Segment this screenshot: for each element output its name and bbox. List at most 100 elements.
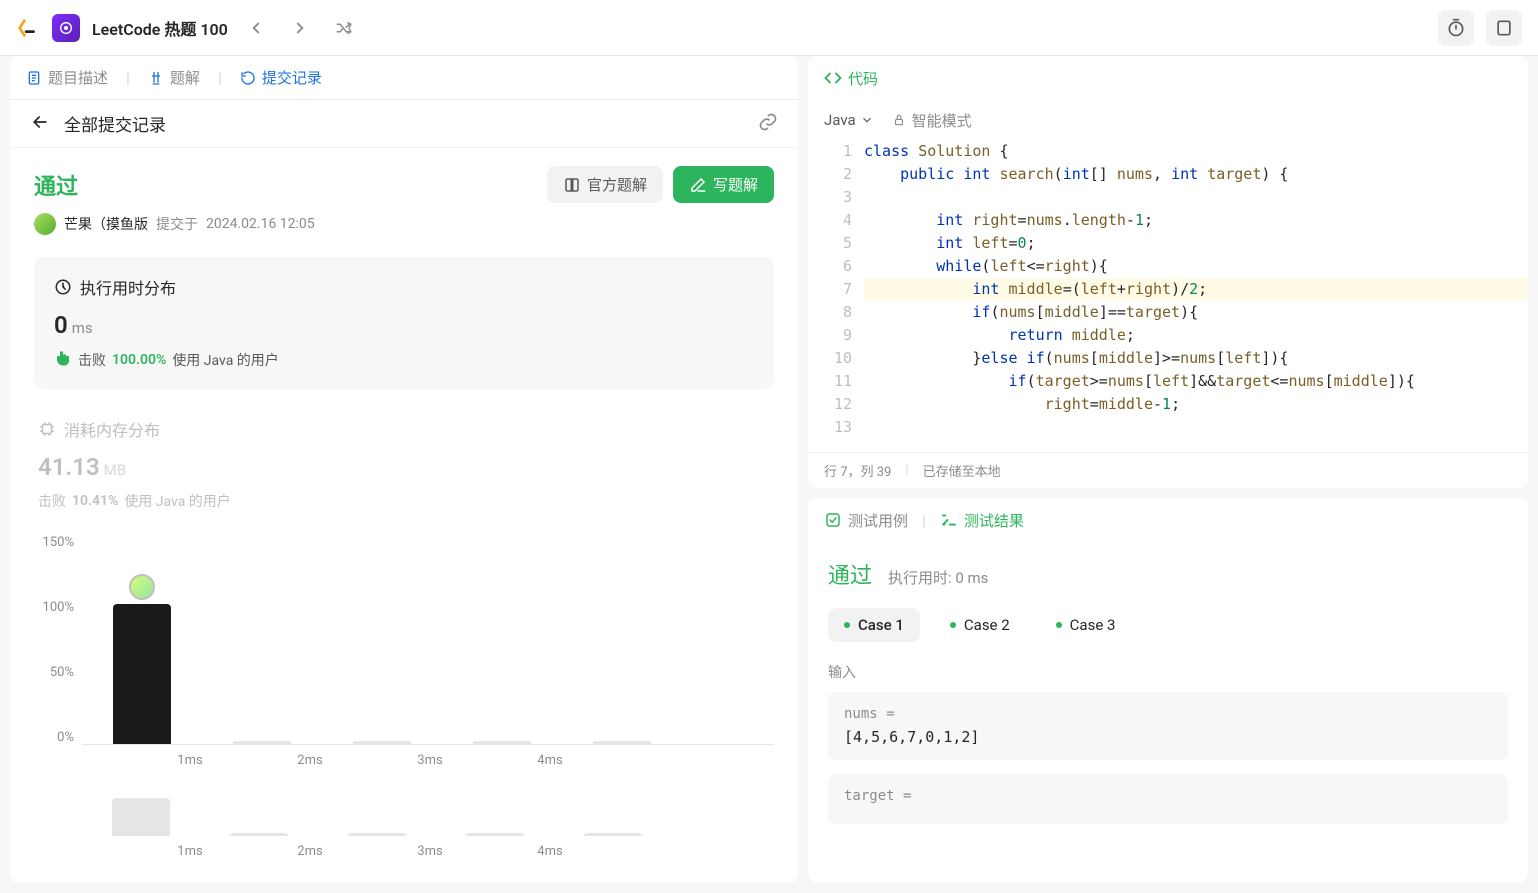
case-label: Case 3 <box>1070 616 1116 634</box>
tab-solutions[interactable]: 题解 <box>148 67 200 88</box>
language-label: Java <box>824 111 856 129</box>
input-target-box[interactable]: target = <box>828 774 1508 824</box>
beat-label: 击败 <box>78 350 106 370</box>
test-status: 通过 <box>828 558 872 590</box>
bar-2ms[interactable] <box>352 741 412 744</box>
language-selector[interactable]: Java <box>824 111 874 129</box>
runtime-chart: 150% 100% 50% 0% <box>34 535 774 859</box>
official-solution-button[interactable]: 官方题解 <box>547 166 663 203</box>
leetcode-logo[interactable] <box>16 16 40 40</box>
subheader-title: 全部提交记录 <box>64 111 166 136</box>
beat-pct: 10.41% <box>72 493 118 509</box>
chevron-down-icon <box>860 113 874 127</box>
tab-label: 题目描述 <box>48 67 108 88</box>
submitted-prefix: 提交于 <box>156 214 198 234</box>
submission-status: 通过 <box>34 169 78 201</box>
clap-icon <box>54 349 72 371</box>
beat-suffix: 使用 Java 的用户 <box>124 491 230 511</box>
timer-button[interactable] <box>1438 10 1474 46</box>
x-tick: 2ms <box>280 844 340 859</box>
bar-3ms[interactable] <box>472 741 532 744</box>
list-icon[interactable] <box>52 14 80 42</box>
y-tick: 150% <box>34 535 74 550</box>
secondary-bar <box>230 833 288 836</box>
input-key: target = <box>844 788 1492 804</box>
memory-value: 41.13 <box>38 453 100 481</box>
button-label: 写题解 <box>713 174 758 195</box>
bar-4ms[interactable] <box>592 741 652 744</box>
back-button[interactable] <box>30 112 50 136</box>
runtime-unit: ms <box>72 319 93 337</box>
input-value: [4,5,6,7,0,1,2] <box>844 728 979 746</box>
beat-pct: 100.00% <box>112 352 166 368</box>
x-tick: 3ms <box>400 844 460 859</box>
beat-label: 击败 <box>38 491 66 511</box>
list-title[interactable]: LeetCode 热题 100 <box>92 16 228 40</box>
test-panel: 测试用例 | 测试结果 通过 执行用时: 0 ms Case 1 <box>808 498 1528 883</box>
runtime-value: 0 <box>54 311 68 339</box>
cursor-position: 行 7，列 39 <box>824 461 891 480</box>
lock-icon <box>892 113 906 127</box>
x-tick: 3ms <box>400 753 460 768</box>
code-panel: 代码 Java 智能模式 12345678910111213 class So <box>808 56 1528 488</box>
code-editor[interactable]: 12345678910111213 class Solution { publi… <box>808 140 1528 452</box>
share-link-icon[interactable] <box>758 112 778 136</box>
editor-status-bar: 行 7，列 39 | 已存储至本地 <box>808 452 1528 488</box>
card-title: 消耗内存分布 <box>64 417 160 441</box>
card-title: 执行用时分布 <box>80 275 176 299</box>
tab-label: 提交记录 <box>262 67 322 88</box>
memory-unit: MB <box>104 461 126 479</box>
secondary-bar <box>466 833 524 836</box>
next-problem-button[interactable] <box>284 12 316 44</box>
memory-card[interactable]: 消耗内存分布 41.13MB 击败 10.41% 使用 Java 的用户 <box>34 417 774 511</box>
x-tick: 1ms <box>160 753 220 768</box>
tab-label: 代码 <box>848 68 878 89</box>
topbar: LeetCode 热题 100 <box>0 0 1538 56</box>
subheader: 全部提交记录 <box>10 100 798 148</box>
chip-icon <box>38 420 56 438</box>
prev-problem-button[interactable] <box>240 12 272 44</box>
your-marker-icon <box>129 574 155 600</box>
bar-0ms[interactable] <box>112 604 172 744</box>
tab-testcases[interactable]: 测试用例 <box>824 510 908 531</box>
code-tab[interactable]: 代码 <box>824 68 878 89</box>
runtime-card[interactable]: 执行用时分布 0ms 击败 100.00% 使用 Java 的用户 <box>34 257 774 389</box>
y-tick: 100% <box>34 600 74 615</box>
tab-label: 测试用例 <box>848 510 908 531</box>
username[interactable]: 芒果（摸鱼版 <box>64 214 148 234</box>
input-nums-box[interactable]: nums = [4,5,6,7,0,1,2] <box>828 692 1508 760</box>
x-tick: 4ms <box>520 753 580 768</box>
tab-testresults[interactable]: 测试结果 <box>940 510 1024 531</box>
tab-description[interactable]: 题目描述 <box>26 67 108 88</box>
test-runtime: 执行用时: 0 ms <box>888 567 988 588</box>
bar-1ms[interactable] <box>232 741 292 744</box>
input-label: 输入 <box>828 662 1508 682</box>
tab-submissions[interactable]: 提交记录 <box>240 67 322 88</box>
secondary-bar <box>348 833 406 836</box>
submitted-time: 2024.02.16 12:05 <box>206 216 315 232</box>
left-tabs: 题目描述 | 题解 | 提交记录 <box>10 56 798 100</box>
x-tick: 1ms <box>160 844 220 859</box>
tab-label: 题解 <box>170 67 200 88</box>
beat-suffix: 使用 Java 的用户 <box>172 350 278 370</box>
avatar[interactable] <box>34 213 56 235</box>
case-2-chip[interactable]: Case 2 <box>934 608 1026 642</box>
case-label: Case 2 <box>964 616 1010 634</box>
button-label: 官方题解 <box>587 174 647 195</box>
case-3-chip[interactable]: Case 3 <box>1040 608 1132 642</box>
shuffle-button[interactable] <box>328 12 360 44</box>
x-tick: 4ms <box>520 844 580 859</box>
tab-label: 测试结果 <box>964 510 1024 531</box>
smart-mode-toggle[interactable]: 智能模式 <box>892 110 972 131</box>
notes-button[interactable] <box>1486 10 1522 46</box>
submission-content: 通过 官方题解 写题解 芒果（摸鱼版 <box>10 148 798 883</box>
input-key: nums = <box>844 706 1492 722</box>
write-solution-button[interactable]: 写题解 <box>673 166 774 203</box>
case-label: Case 1 <box>858 616 904 634</box>
smart-mode-label: 智能模式 <box>912 110 972 131</box>
save-status: 已存储至本地 <box>923 461 1001 480</box>
x-tick: 2ms <box>280 753 340 768</box>
secondary-bar <box>112 798 170 836</box>
case-1-chip[interactable]: Case 1 <box>828 608 920 642</box>
y-tick: 0% <box>34 730 74 745</box>
